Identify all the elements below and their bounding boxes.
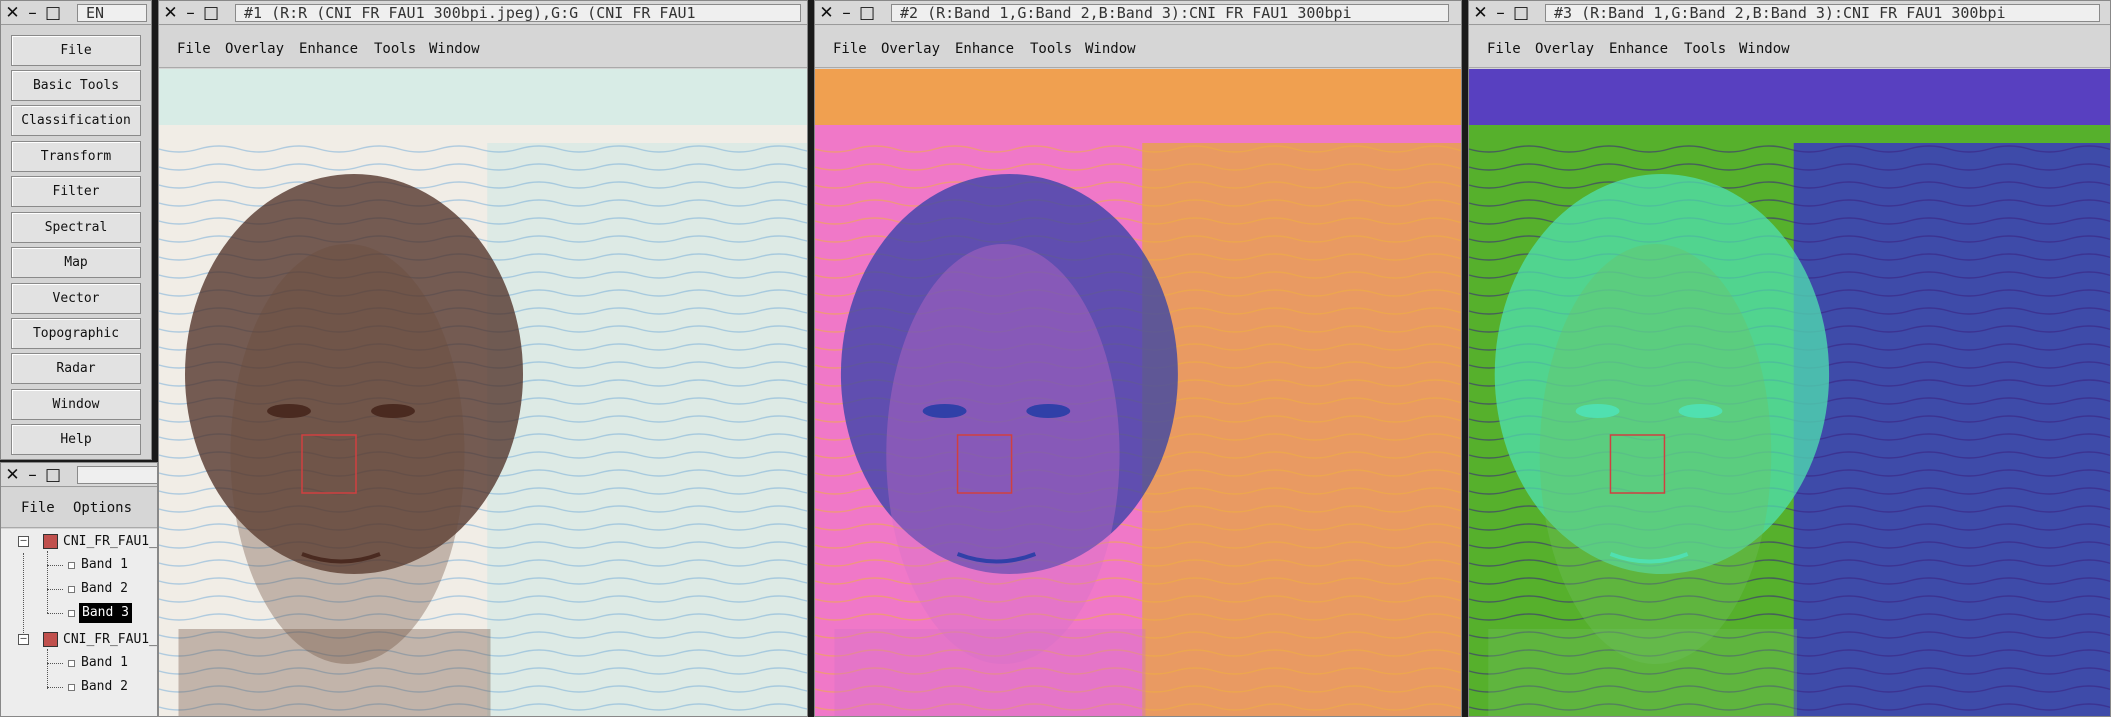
menu-overlay[interactable]: Overlay [225, 41, 284, 57]
image-window-title: #1 (R:R (CNI_FR_FAU1_300bpi.jpeg),G:G (C… [235, 4, 801, 22]
band-list-menubar: File Options [1, 488, 157, 528]
band-icon [68, 586, 75, 593]
band-list-titlebar[interactable]: ✕ – □ [1, 463, 157, 487]
image-window-title: #2 (R:Band 1,G:Band 2,B:Band 3):CNI_FR_F… [891, 4, 1449, 22]
toolbox-titlebar[interactable]: ✕ – □ EN [1, 1, 151, 25]
card-image [815, 69, 1461, 716]
menu-options[interactable]: Options [73, 500, 132, 516]
image-menubar: File Overlay Enhance Tools Window [815, 26, 1461, 68]
menu-overlay[interactable]: Overlay [1535, 41, 1594, 57]
image-titlebar[interactable]: ✕ – □ #2 (R:Band 1,G:Band 2,B:Band 3):CNI_F… [815, 1, 1461, 25]
file-icon [43, 632, 58, 647]
minimize-icon[interactable]: – [25, 2, 40, 24]
topographic-button[interactable]: Topographic [11, 318, 141, 349]
close-icon[interactable]: ✕ [5, 2, 20, 24]
minimize-icon[interactable]: – [839, 2, 854, 24]
tree-file-1[interactable]: CNI_FR_FAU1_ [63, 532, 157, 552]
classification-button[interactable]: Classification [11, 105, 141, 136]
vector-button[interactable]: Vector [11, 283, 141, 314]
tree-band-2-1[interactable]: Band 1 [81, 653, 128, 673]
tree-file-2[interactable]: CNI_FR_FAU1_ [63, 630, 157, 650]
image-titlebar[interactable]: ✕ – □ #3 (R:Band 1,G:Band 2,B:Band 3):CNI_F… [1469, 1, 2110, 25]
image-window-title: #3 (R:Band 1,G:Band 2,B:Band 3):CNI_FR_F… [1545, 4, 2100, 22]
collapse-icon[interactable]: – [18, 536, 29, 547]
menu-window[interactable]: Window [1085, 41, 1136, 57]
band-tree: – CNI_FR_FAU1_ Band 1 Band 2 Band 3 – CN… [1, 529, 157, 716]
band-icon [68, 660, 75, 667]
menu-file[interactable]: File [21, 500, 55, 516]
menu-file[interactable]: File [1487, 41, 1521, 57]
menu-enhance[interactable]: Enhance [955, 41, 1014, 57]
image-view[interactable]: CARTE NATIONALE D'IDENTITÉ N° :LSNom :LO… [1469, 69, 2110, 716]
menu-window[interactable]: Window [1739, 41, 1790, 57]
menu-overlay[interactable]: Overlay [881, 41, 940, 57]
maximize-icon[interactable]: □ [859, 2, 875, 24]
tree-band-1-2[interactable]: Band 2 [81, 579, 128, 599]
band-icon [68, 610, 75, 617]
close-icon[interactable]: ✕ [1473, 2, 1488, 24]
menu-tools[interactable]: Tools [1684, 41, 1726, 57]
maximize-icon[interactable]: □ [45, 464, 61, 486]
image-menubar: File Overlay Enhance Tools Window [1469, 26, 2110, 68]
map-button[interactable]: Map [11, 247, 141, 278]
image-window-2: ✕ – □ #2 (R:Band 1,G:Band 2,B:Band 3):CNI_F… [814, 0, 1462, 717]
card-image [159, 69, 807, 716]
help-button[interactable]: Help [11, 424, 141, 455]
close-icon[interactable]: ✕ [163, 2, 178, 24]
maximize-icon[interactable]: □ [203, 2, 219, 24]
file-icon [43, 534, 58, 549]
filter-button[interactable]: Filter [11, 176, 141, 207]
radar-button[interactable]: Radar [11, 353, 141, 384]
band-icon [68, 684, 75, 691]
maximize-icon[interactable]: □ [1513, 2, 1529, 24]
file-button[interactable]: File [11, 35, 141, 66]
minimize-icon[interactable]: – [183, 2, 198, 24]
toolbox-title: EN [77, 4, 147, 22]
image-view[interactable]: CARTE NATIONALE D'IDENTITÉ N° :LSNom :LO… [159, 69, 807, 716]
basic-tools-button[interactable]: Basic Tools [11, 70, 141, 101]
toolbox-window: ✕ – □ EN File Basic Tools Classification… [0, 0, 152, 460]
band-list-window: ✕ – □ File Options – CNI_FR_FAU1_ Band 1… [0, 462, 158, 717]
window-button[interactable]: Window [11, 389, 141, 420]
band-list-title [77, 466, 157, 484]
transform-button[interactable]: Transform [11, 141, 141, 172]
image-titlebar[interactable]: ✕ – □ #1 (R:R (CNI_FR_FAU1_300bpi.jpeg),G:G… [159, 1, 807, 25]
close-icon[interactable]: ✕ [819, 2, 834, 24]
image-window-1: ✕ – □ #1 (R:R (CNI_FR_FAU1_300bpi.jpeg),G:G… [158, 0, 808, 717]
menu-tools[interactable]: Tools [1030, 41, 1072, 57]
menu-enhance[interactable]: Enhance [299, 41, 358, 57]
minimize-icon[interactable]: – [1493, 2, 1508, 24]
menu-enhance[interactable]: Enhance [1609, 41, 1668, 57]
tree-band-1-1[interactable]: Band 1 [81, 555, 128, 575]
tree-band-2-2[interactable]: Band 2 [81, 677, 128, 697]
collapse-icon[interactable]: – [18, 634, 29, 645]
close-icon[interactable]: ✕ [5, 464, 20, 486]
minimize-icon[interactable]: – [25, 464, 40, 486]
menu-tools[interactable]: Tools [374, 41, 416, 57]
menu-window[interactable]: Window [429, 41, 480, 57]
image-view[interactable]: CARTE NATIONALE D'IDENTITÉ N° :LSNom :LO… [815, 69, 1461, 716]
image-menubar: File Overlay Enhance Tools Window [159, 26, 807, 68]
maximize-icon[interactable]: □ [45, 2, 61, 24]
card-image [1469, 69, 2110, 716]
image-window-3: ✕ – □ #3 (R:Band 1,G:Band 2,B:Band 3):CNI_F… [1468, 0, 2111, 717]
tree-band-1-3-selected[interactable]: Band 3 [79, 603, 132, 623]
menu-file[interactable]: File [833, 41, 867, 57]
band-icon [68, 562, 75, 569]
spectral-button[interactable]: Spectral [11, 212, 141, 243]
menu-file[interactable]: File [177, 41, 211, 57]
